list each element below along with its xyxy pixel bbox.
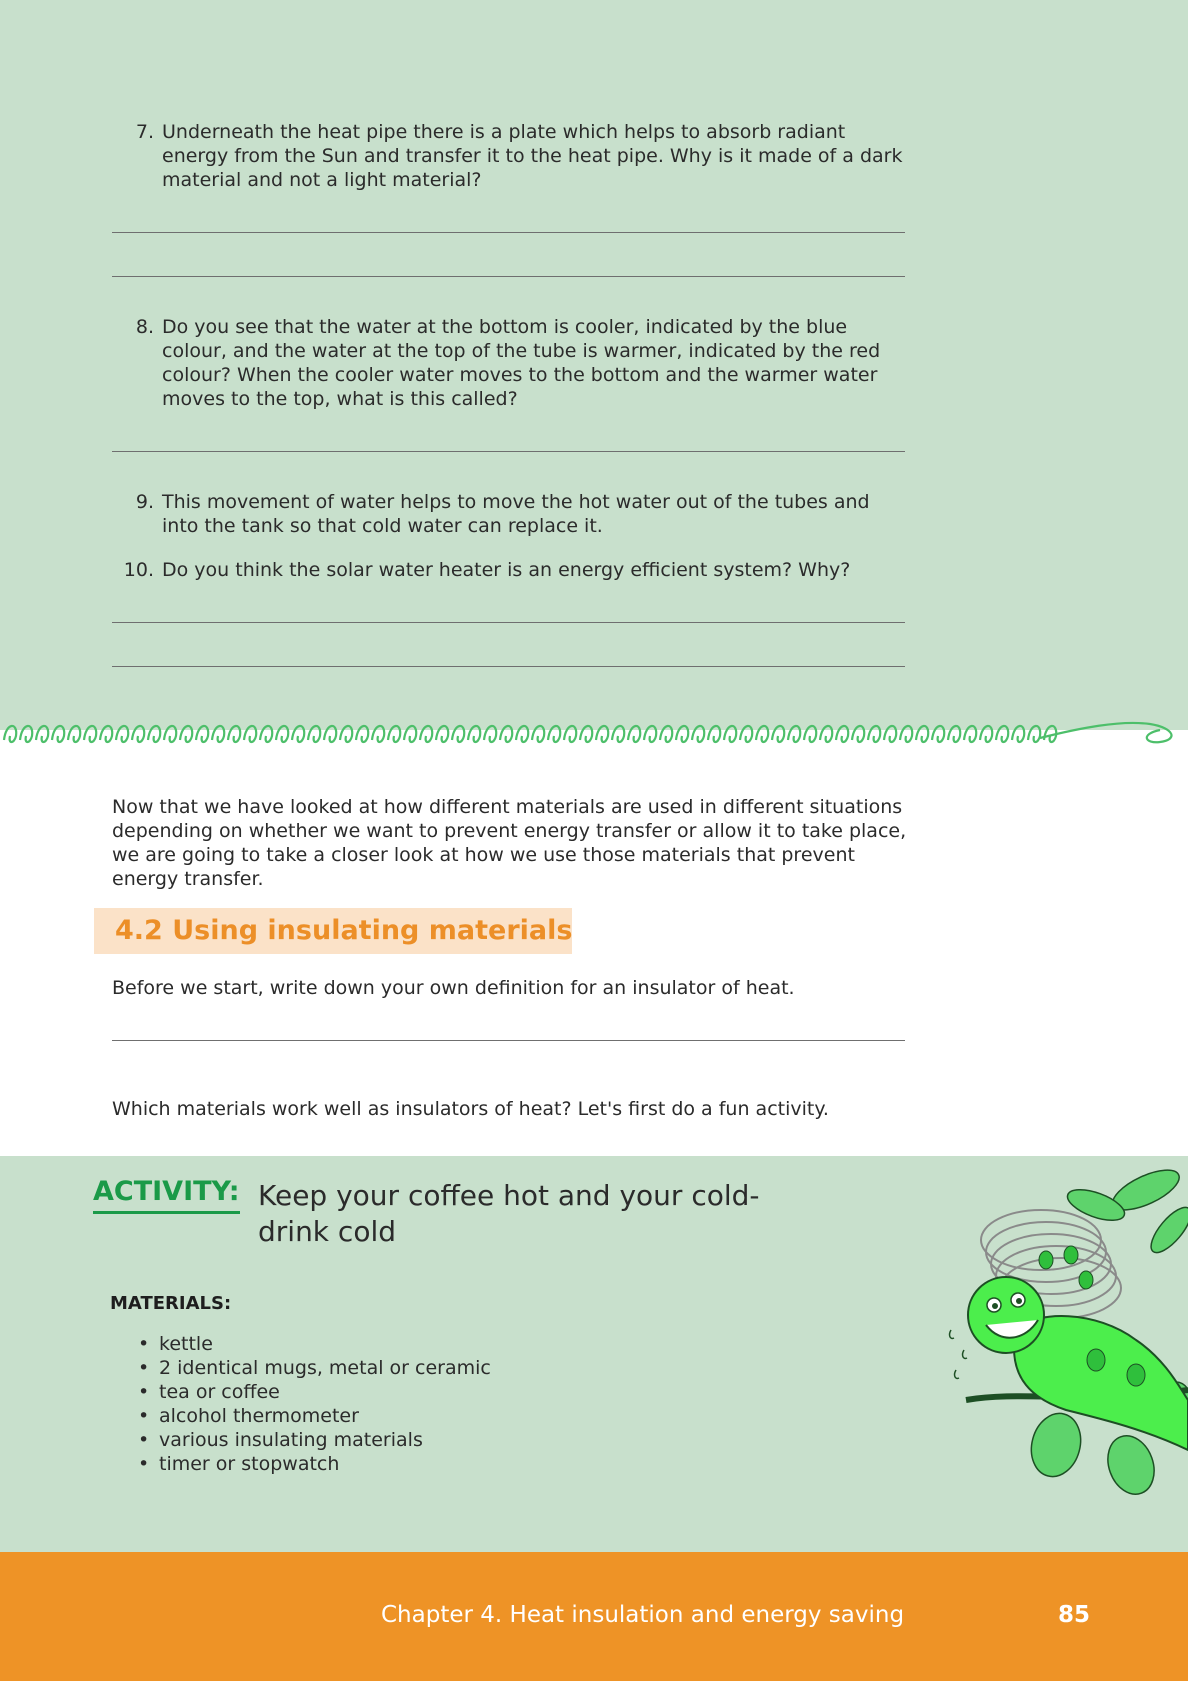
definition-prompt: Before we start, write down your own def… bbox=[112, 977, 795, 999]
list-item: kettle bbox=[138, 1332, 491, 1356]
question-text: Underneath the heat pipe there is a plat… bbox=[162, 121, 903, 191]
question-number: 9. bbox=[135, 491, 154, 513]
question-number: 8. bbox=[135, 316, 154, 338]
section-title: 4.2 Using insulating materials bbox=[115, 915, 573, 946]
chapter-title: Chapter 4. Heat insulation and energy sa… bbox=[381, 1602, 905, 1628]
activity-title: Keep your coffee hot and your cold-drink… bbox=[258, 1179, 760, 1248]
page-number: 85 bbox=[1058, 1602, 1091, 1628]
answer-line[interactable] bbox=[112, 276, 905, 277]
materials-heading: MATERIALS: bbox=[110, 1293, 232, 1314]
answer-line[interactable] bbox=[112, 451, 905, 452]
answer-line[interactable] bbox=[112, 1040, 905, 1041]
materials-list: kettle 2 identical mugs, metal or cerami… bbox=[138, 1332, 491, 1476]
answer-line[interactable] bbox=[112, 622, 905, 623]
list-item: timer or stopwatch bbox=[138, 1452, 491, 1476]
question-prompt: Which materials work well as insulators … bbox=[112, 1098, 829, 1120]
spring-divider-icon bbox=[0, 710, 1188, 744]
question-text: This movement of water helps to move the… bbox=[162, 491, 870, 537]
list-item: various insulating materials bbox=[138, 1428, 491, 1452]
spring-mascot-icon bbox=[948, 1169, 1188, 1495]
list-item: tea or coffee bbox=[138, 1380, 491, 1404]
answer-line[interactable] bbox=[112, 666, 905, 667]
answer-line[interactable] bbox=[112, 232, 905, 233]
question-text: Do you see that the water at the bottom … bbox=[162, 316, 881, 410]
question-number: 10. bbox=[123, 559, 154, 581]
activity-label: ACTIVITY: bbox=[93, 1175, 240, 1214]
question-number: 7. bbox=[135, 121, 154, 143]
question-text: Do you think the solar water heater is a… bbox=[162, 559, 851, 581]
list-item: 2 identical mugs, metal or ceramic bbox=[138, 1356, 491, 1380]
intro-paragraph: Now that we have looked at how different… bbox=[112, 796, 907, 890]
list-item: alcohol thermometer bbox=[138, 1404, 491, 1428]
